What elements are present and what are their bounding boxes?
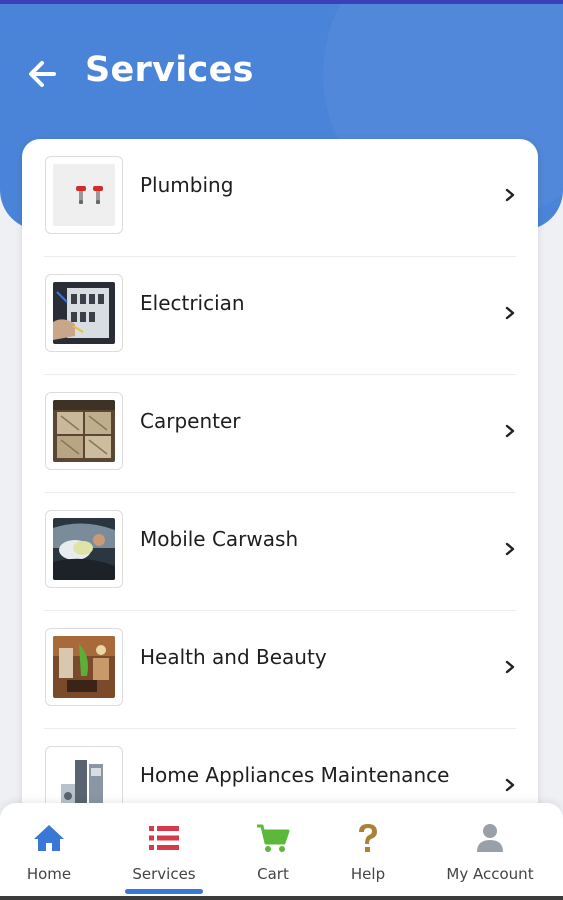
nav-item-my-account[interactable]: My Account (440, 803, 540, 900)
service-thumbnail-frame (45, 274, 123, 352)
bottom-navigation: Home Services Cart Help My Account (0, 803, 563, 900)
services-list: Plumbing Electrician Carpenter Mobile Ca… (22, 139, 538, 839)
page-title: Services (85, 50, 254, 90)
chevron-right-icon (505, 188, 515, 202)
service-label: Electrician (140, 291, 245, 315)
chevron-right-icon (505, 424, 515, 438)
active-tab-indicator (125, 889, 203, 894)
service-thumbnail-frame (45, 392, 123, 470)
service-item-mobile-carwash[interactable]: Mobile Carwash (22, 493, 538, 611)
question-icon (359, 824, 377, 852)
system-bar (0, 896, 563, 900)
arrow-left-icon (29, 61, 56, 87)
service-thumbnail-frame (45, 510, 123, 588)
chevron-right-icon (505, 542, 515, 556)
cart-icon (257, 824, 290, 852)
service-label: Carpenter (140, 409, 241, 433)
chevron-right-icon (505, 778, 515, 792)
service-thumbnail-frame (45, 628, 123, 706)
nav-item-home[interactable]: Home (10, 803, 88, 900)
nav-item-cart[interactable]: Cart (234, 803, 312, 900)
service-item-carpenter[interactable]: Carpenter (22, 375, 538, 493)
nav-label: Cart (257, 865, 289, 883)
back-button[interactable] (22, 54, 62, 94)
nav-label: My Account (446, 865, 534, 883)
user-icon (477, 824, 503, 852)
chevron-right-icon (505, 660, 515, 674)
service-item-health-and-beauty[interactable]: Health and Beauty (22, 611, 538, 729)
nav-label: Home (26, 865, 72, 883)
service-label: Plumbing (140, 173, 234, 197)
list-icon (149, 826, 179, 850)
nav-item-services[interactable]: Services (125, 803, 203, 900)
carpenter-thumbnail (53, 400, 115, 462)
home-icon (34, 825, 64, 851)
service-label: Home Appliances Maintenance (140, 763, 450, 787)
service-label: Health and Beauty (140, 645, 327, 669)
service-label: Mobile Carwash (140, 527, 299, 551)
service-thumbnail-frame (45, 156, 123, 234)
nav-label: Services (132, 865, 196, 883)
nav-label: Help (350, 865, 386, 883)
nav-item-help[interactable]: Help (329, 803, 407, 900)
carwash-thumbnail (53, 518, 115, 580)
service-item-electrician[interactable]: Electrician (22, 257, 538, 375)
beauty-thumbnail (53, 636, 115, 698)
plumbing-thumbnail (53, 164, 115, 226)
chevron-right-icon (505, 306, 515, 320)
electrician-thumbnail (53, 282, 115, 344)
service-item-plumbing[interactable]: Plumbing (22, 139, 538, 257)
